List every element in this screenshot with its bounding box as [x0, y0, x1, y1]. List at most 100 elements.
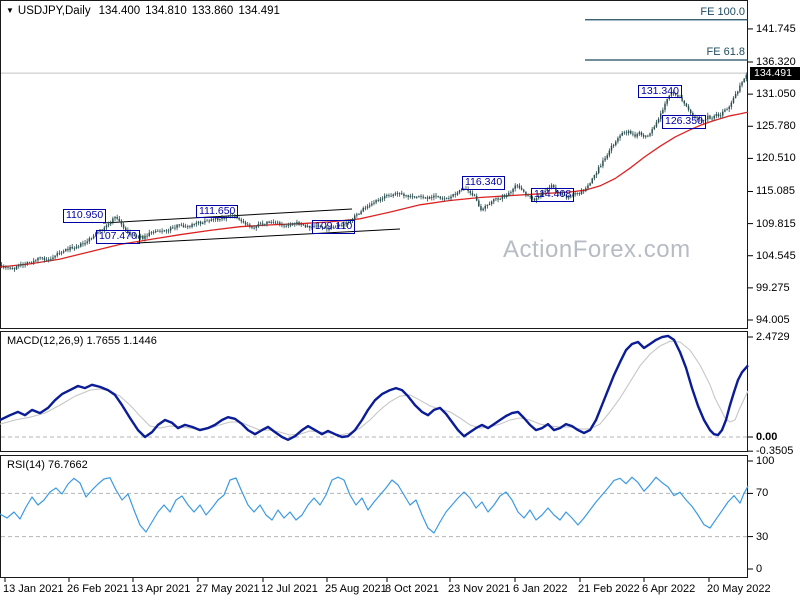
rsi-axis-label: 100: [756, 455, 774, 467]
candle-body: [450, 197, 452, 199]
candle-body: [414, 197, 416, 198]
candle-body: [506, 196, 508, 197]
price-axis-label: 115.085: [756, 185, 795, 197]
candle-body: [268, 222, 270, 223]
candle-body: [151, 232, 153, 233]
candle-body: [189, 226, 191, 227]
candle-body: [643, 135, 645, 137]
candle-body: [262, 224, 264, 225]
candle-body: [440, 197, 442, 199]
candle-body: [654, 127, 656, 129]
candle-body: [213, 219, 215, 220]
rsi-values: 76.7662: [48, 459, 88, 471]
candle-body: [718, 114, 720, 116]
candle-body: [63, 251, 65, 252]
dropdown-arrow-icon[interactable]: ▼: [6, 6, 14, 15]
candle-body: [647, 136, 649, 137]
candle-body: [581, 191, 583, 195]
candle-body: [238, 218, 240, 220]
chart-title: ▼USDJPY,Daily134.400134.810133.860134.49…: [6, 5, 285, 17]
rsi-axis-label: 0: [756, 563, 762, 575]
fib-label: FE 100.0: [655, 6, 745, 18]
candle-body: [523, 190, 525, 192]
candle-body: [604, 158, 606, 160]
candle-body: [525, 192, 527, 196]
candle-body: [405, 195, 407, 196]
candle-body: [174, 228, 176, 229]
candle-body: [256, 226, 258, 228]
candle-body: [731, 103, 733, 107]
candle-body: [390, 196, 392, 197]
candle-body: [735, 94, 737, 98]
time-axis-label: 6 Apr 2022: [642, 583, 695, 595]
macd-main-line: [0, 336, 748, 440]
candle-body: [204, 221, 206, 223]
current-price-badge: 134.491: [750, 67, 800, 80]
candle-body: [621, 133, 623, 136]
candle-body: [260, 224, 262, 225]
candle-body: [46, 260, 48, 261]
candle-body: [285, 226, 287, 227]
candle-body: [613, 145, 615, 146]
candle-body: [307, 226, 309, 227]
candle-body: [157, 231, 159, 232]
candle-body: [713, 116, 715, 119]
candle-body: [574, 193, 576, 194]
candle-body: [634, 135, 636, 137]
candle-body: [270, 222, 272, 223]
candle-body: [722, 112, 724, 116]
candle-body: [183, 225, 185, 227]
candle-body: [170, 228, 172, 231]
macd-indicator-label: MACD(12,26,9) 1.7655 1.1446: [7, 335, 157, 347]
candle-body: [373, 203, 375, 204]
candle-body: [112, 218, 114, 222]
candle-body: [493, 199, 495, 201]
candle-body: [741, 82, 743, 85]
candle-body: [187, 226, 189, 227]
candle-body: [251, 226, 253, 227]
candle-body: [249, 225, 251, 227]
price-annotation: 110.950: [63, 209, 106, 223]
candle-body: [446, 198, 448, 199]
candle-body: [144, 236, 146, 239]
quote-open: 134.400: [99, 5, 141, 17]
candle-body: [219, 219, 221, 220]
candle-body: [602, 161, 604, 167]
price-annotation: 116.340: [462, 176, 505, 190]
candle-body: [292, 223, 294, 225]
candle-body: [499, 199, 501, 200]
candle-body: [243, 221, 245, 222]
price-axis-label: 131.050: [756, 88, 796, 100]
macd-signal-line: [0, 341, 748, 435]
time-axis-label: 21 Feb 2022: [578, 583, 640, 595]
rsi-name: RSI(14): [7, 459, 45, 471]
candle-body: [480, 206, 482, 210]
candle-body: [553, 185, 555, 187]
candle-body: [686, 104, 688, 107]
candle-body: [50, 259, 52, 260]
candle-body: [20, 264, 22, 265]
candle-body: [585, 188, 587, 191]
candle-body: [211, 219, 213, 221]
time-axis-label: 13 Apr 2021: [131, 583, 190, 595]
candle-body: [245, 222, 247, 224]
candle-body: [484, 206, 486, 209]
candle-body: [403, 194, 405, 196]
candle-body: [161, 231, 163, 232]
candle-body: [422, 197, 424, 198]
candle-body: [433, 196, 435, 198]
candle-body: [482, 209, 484, 211]
candle-body: [474, 195, 476, 196]
trading-chart-window: ActionForex.com ▼USDJPY,Daily134.400134.…: [0, 0, 800, 600]
candle-body: [664, 104, 666, 110]
candle-body: [688, 106, 690, 110]
symbol-period-label: USDJPY,Daily: [18, 5, 91, 17]
candle-body: [412, 196, 414, 197]
candle-body: [371, 204, 373, 206]
candle-body: [168, 231, 170, 232]
macd-name: MACD(12,26,9): [7, 335, 83, 347]
candle-body: [172, 228, 174, 229]
candle-body: [84, 243, 86, 244]
candle-body: [636, 134, 638, 137]
candle-body: [360, 211, 362, 214]
